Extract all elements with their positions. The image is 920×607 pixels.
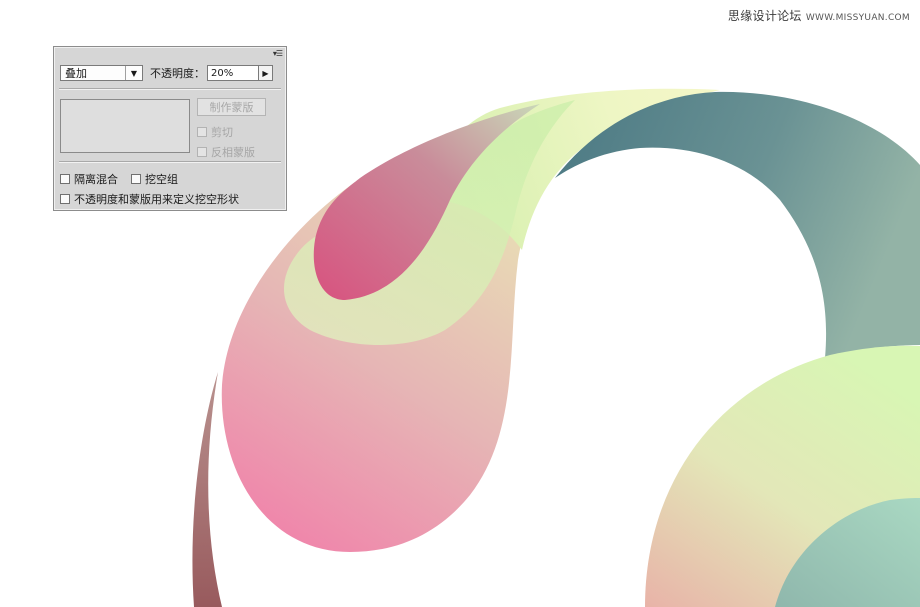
blend-mode-value: 叠加 <box>65 67 87 80</box>
watermark: 思缘设计论坛 WWW.MISSYUAN.COM <box>728 7 910 24</box>
mask-thumbnail[interactable] <box>60 99 190 153</box>
maroon-sliver-shape <box>192 372 222 607</box>
chevron-down-icon[interactable]: ▼ <box>125 66 142 80</box>
knockout-group-checkbox[interactable] <box>131 174 141 184</box>
transparency-panel: ▾☰ 叠加 ▼ 不透明度： 20% ▶ 制作蒙版 剪切 反相蒙版 隔离混合 挖空… <box>53 46 287 211</box>
divider <box>59 161 281 163</box>
teal-arc-shape <box>555 91 920 358</box>
clip-option[interactable]: 剪切 <box>197 124 233 140</box>
make-mask-button[interactable]: 制作蒙版 <box>197 98 266 116</box>
opacity-mask-shape-option[interactable]: 不透明度和蒙版用来定义挖空形状 <box>60 191 239 207</box>
opacity-input[interactable]: 20% <box>207 65 259 81</box>
knockout-group-option[interactable]: 挖空组 <box>131 171 178 187</box>
divider <box>59 88 281 90</box>
opacity-label: 不透明度： <box>150 67 205 80</box>
watermark-text: 思缘设计论坛 <box>727 9 802 23</box>
opacity-value: 20% <box>211 67 234 79</box>
opacity-mask-shape-checkbox[interactable] <box>60 194 70 204</box>
isolate-blending-option[interactable]: 隔离混合 <box>60 171 118 187</box>
opacity-slider-arrow-icon[interactable]: ▶ <box>259 65 273 81</box>
opacity-mask-shape-label: 不透明度和蒙版用来定义挖空形状 <box>74 193 239 206</box>
blend-opacity-row: 叠加 ▼ 不透明度： 20% ▶ <box>60 64 273 82</box>
invert-mask-checkbox[interactable] <box>197 147 207 157</box>
clip-checkbox[interactable] <box>197 127 207 137</box>
isolate-blending-label: 隔离混合 <box>74 173 118 186</box>
watermark-site: WWW.MISSYUAN.COM <box>805 13 910 23</box>
invert-mask-label: 反相蒙版 <box>211 146 255 159</box>
panel-menu-icon[interactable]: ▾☰ <box>273 49 283 58</box>
isolate-blending-checkbox[interactable] <box>60 174 70 184</box>
invert-mask-option[interactable]: 反相蒙版 <box>197 144 255 160</box>
clip-label: 剪切 <box>211 126 233 139</box>
blend-mode-select[interactable]: 叠加 ▼ <box>60 65 143 81</box>
knockout-group-label: 挖空组 <box>145 173 178 186</box>
